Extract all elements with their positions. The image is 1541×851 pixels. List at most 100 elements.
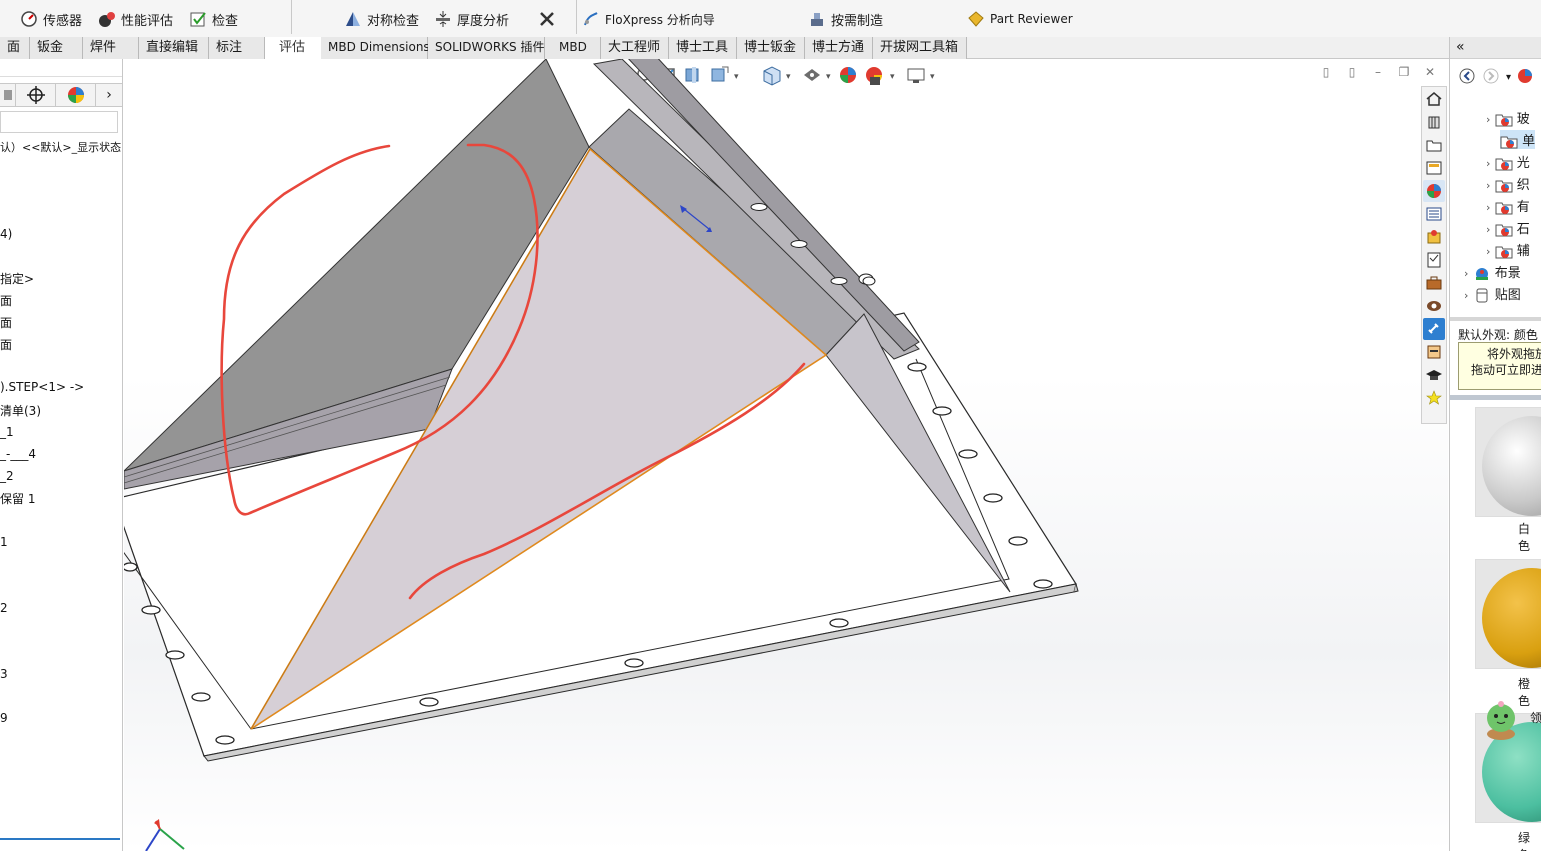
tab-doctor-sheet-metal[interactable]: 博士钣金 — [737, 37, 805, 59]
chevron-right-icon: › — [1486, 157, 1491, 170]
tab-feature-manager[interactable] — [0, 83, 16, 107]
white-swatch[interactable] — [1475, 407, 1541, 517]
tree-item[interactable]: _2 — [0, 469, 14, 483]
tab-doctor-tools[interactable]: 博士工具 — [669, 37, 737, 59]
tree-item[interactable]: 3 — [0, 667, 8, 681]
part-reviewer-icon — [967, 10, 985, 28]
assistant-mascot[interactable] — [1480, 698, 1522, 745]
custom-properties-icon[interactable] — [1423, 203, 1445, 225]
folder-fabric[interactable]: › 织 — [1486, 174, 1530, 193]
forward-icon[interactable] — [1482, 67, 1500, 88]
toolbar-separator — [576, 0, 577, 34]
checklist-icon[interactable] — [1423, 249, 1445, 271]
toolbox-icon[interactable] — [1423, 272, 1445, 294]
folder-auxiliary[interactable]: › 辅 — [1486, 240, 1530, 259]
star-icon[interactable] — [1423, 387, 1445, 409]
thickness-analysis-button[interactable]: 厚度分析 — [434, 8, 509, 30]
tree-filter-input[interactable] — [0, 111, 118, 133]
crosshair-icon — [26, 86, 45, 104]
tools-button[interactable] — [538, 8, 561, 30]
back-icon[interactable] — [1458, 67, 1476, 88]
tab-display-manager[interactable] — [56, 83, 96, 107]
manufacture-on-demand-button[interactable]: 按需制造 — [808, 8, 883, 30]
floxpress-button[interactable]: FloXpress 分析向导 — [582, 8, 715, 30]
view-eye-icon[interactable] — [1423, 295, 1445, 317]
appearance-ball-icon[interactable] — [1517, 68, 1533, 87]
folder-stone[interactable]: › 石 — [1486, 218, 1530, 237]
manufacture-icon — [808, 10, 826, 28]
white-ball — [1482, 416, 1541, 516]
part-reviewer-button[interactable]: Part Reviewer — [967, 8, 1073, 30]
tree-item[interactable]: 面 — [0, 336, 12, 353]
tree-item[interactable]: 面 — [0, 314, 12, 331]
chevron-right-icon: › — [1486, 245, 1491, 258]
tab-surface[interactable]: 面 — [0, 37, 30, 59]
folder-single-color[interactable]: 单 — [1500, 130, 1536, 149]
sensor-button[interactable]: 传感器 — [20, 8, 82, 30]
mascot-icon[interactable] — [1423, 341, 1445, 363]
cactus-mascot-icon — [1487, 701, 1515, 740]
view-palette-icon[interactable] — [1423, 157, 1445, 179]
tree-item[interactable]: 指定> — [0, 270, 34, 287]
appearances-icon[interactable] — [1423, 180, 1445, 202]
tab-doctor-square-tube[interactable]: 博士方通 — [805, 37, 873, 59]
tab-weldments[interactable]: 焊件 — [83, 37, 139, 59]
solidworks-forum-icon[interactable] — [1423, 226, 1445, 248]
symmetry-check-icon — [344, 10, 362, 28]
home-icon[interactable] — [1423, 88, 1445, 110]
decals-folder[interactable]: › 贴图 — [1464, 284, 1521, 303]
scene-globe-icon — [1473, 266, 1491, 281]
tab-mbd[interactable]: MBD — [545, 37, 601, 59]
tree-item[interactable]: 面 — [0, 292, 12, 309]
part-model[interactable] — [124, 59, 1448, 851]
tree-item[interactable]: _-___4 — [0, 447, 36, 461]
orange-swatch[interactable] — [1475, 559, 1541, 669]
tab-solidworks-addins[interactable]: SOLIDWORKS 插件 — [428, 37, 545, 59]
tree-item[interactable]: ).STEP<1> -> — [0, 380, 84, 394]
folder-light[interactable]: › 光 — [1486, 152, 1530, 171]
link-icon[interactable] — [1423, 318, 1445, 340]
file-explorer-icon[interactable] — [1423, 134, 1445, 156]
tab-dimxpert-manager[interactable] — [16, 83, 56, 107]
graduation-cap-icon[interactable] — [1423, 364, 1445, 386]
graphics-area[interactable]: ▾ ▾ ▾ ▾ ▾ ▯ ▯ – ❐ ✕ — [124, 59, 1448, 851]
chevron-right-icon: › — [1464, 289, 1469, 302]
appearances-task-pane: « ▾ › 玻 单 › 光 › 织 › 有 › 石 › 辅 › 布景 › 贴图 … — [1449, 37, 1541, 851]
folder-glass[interactable]: › 玻 — [1486, 108, 1530, 127]
collapse-pane-button[interactable]: « — [1450, 37, 1541, 59]
coordinate-triad — [145, 819, 185, 851]
scenes-folder[interactable]: › 布景 — [1464, 262, 1521, 281]
more-tabs-button[interactable]: › — [96, 83, 122, 107]
tree-item[interactable]: _1 — [0, 425, 14, 439]
default-appearance-label: 默认外观: 颜色 — [1458, 328, 1538, 342]
tab-evaluate[interactable]: 评估 — [265, 37, 321, 59]
tab-kaiba-toolbox[interactable]: 开拔网工具箱 — [873, 37, 967, 59]
performance-evaluation-button[interactable]: 性能评估 — [98, 8, 173, 30]
tab-big-engineer[interactable]: 大工程师 — [601, 37, 669, 59]
chevron-right-icon: › — [1486, 113, 1491, 126]
appearance-folder-icon — [1495, 112, 1513, 127]
tab-sheet-metal[interactable]: 钣金 — [30, 37, 83, 59]
appearance-folder-icon — [1500, 134, 1518, 149]
config-display-state[interactable]: 认）<<默认>_显示状态 — [0, 139, 121, 155]
chevron-down-icon[interactable]: ▾ — [1506, 72, 1511, 83]
command-manager-tabs: 面 钣金 焊件 直接编辑 标注 评估 MBD Dimensions SOLIDW… — [0, 37, 1541, 59]
panel-grip[interactable] — [0, 63, 122, 77]
tab-mbd-dimensions[interactable]: MBD Dimensions — [321, 37, 430, 59]
tree-item[interactable]: 4) — [0, 227, 12, 241]
tab-markup[interactable]: 标注 — [209, 37, 265, 59]
tab-direct-editing[interactable]: 直接编辑 — [139, 37, 209, 59]
tree-item[interactable]: 2 — [0, 601, 8, 615]
tree-item[interactable]: 清单(3) — [0, 402, 41, 419]
pane-splitter[interactable] — [1450, 317, 1541, 321]
design-library-icon[interactable] — [1423, 111, 1445, 133]
folder-organic[interactable]: › 有 — [1486, 196, 1530, 215]
feature-tree-icon — [3, 90, 12, 100]
tree-item[interactable]: 1 — [0, 535, 8, 549]
check-button[interactable]: 检查 — [189, 8, 238, 30]
pane-splitter[interactable] — [1450, 395, 1541, 400]
tree-item[interactable]: 9 — [0, 711, 8, 725]
tree-item[interactable]: 保留 1 — [0, 490, 35, 507]
symmetry-check-button[interactable]: 对称检查 — [344, 8, 419, 30]
chevron-right-icon: › — [1464, 267, 1469, 280]
